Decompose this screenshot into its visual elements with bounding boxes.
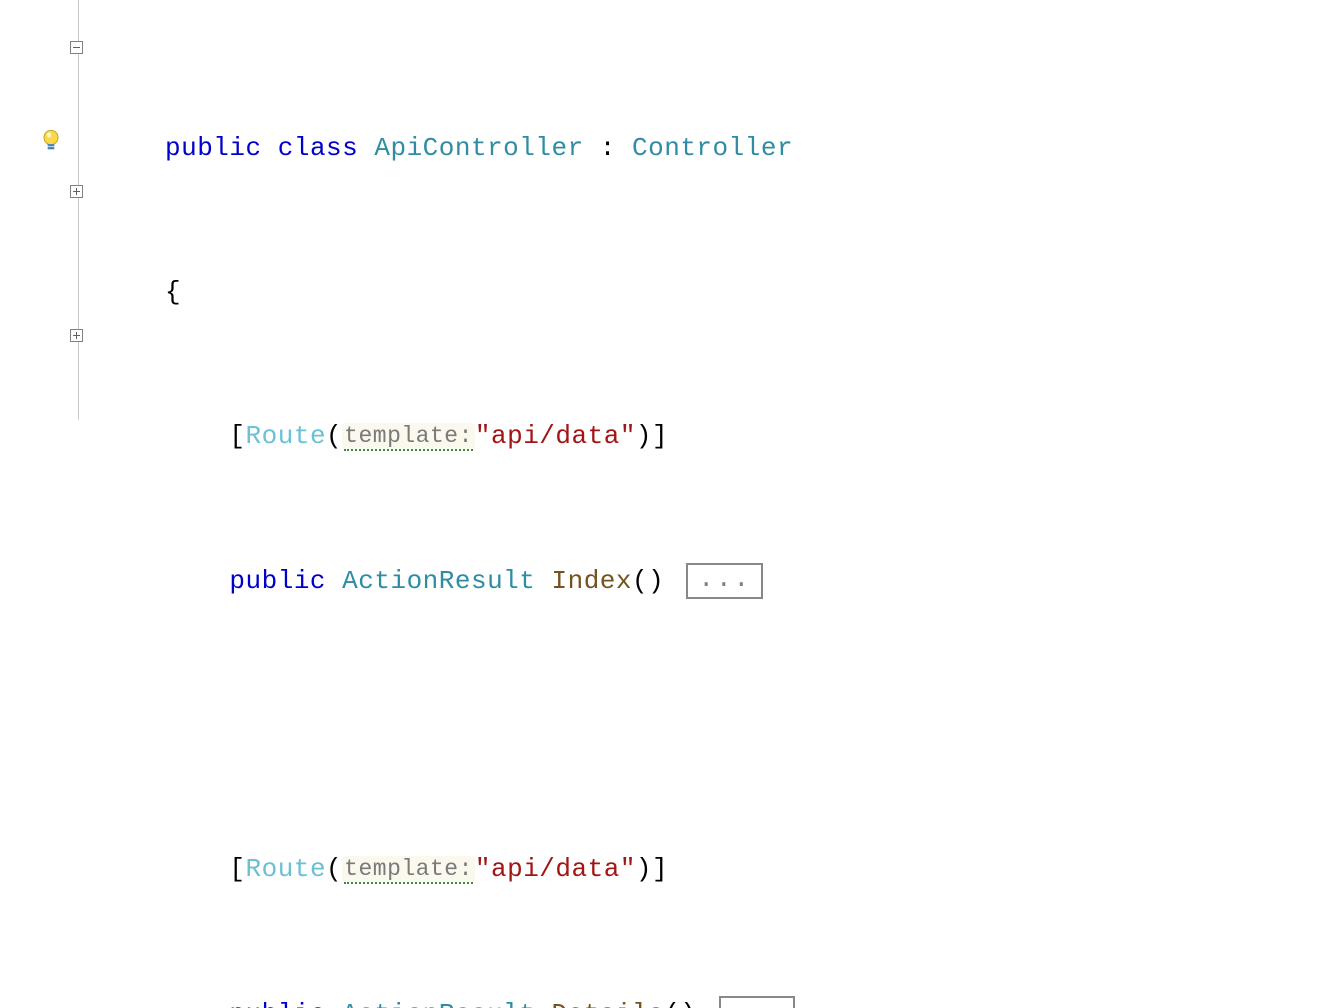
fold-toggle-method2[interactable] <box>70 329 83 342</box>
collapsed-body2[interactable]: ... <box>719 996 796 1008</box>
keyword-public3: public <box>229 999 326 1008</box>
collapsed-body1[interactable]: ... <box>686 563 763 599</box>
attr2-bracket-close: ] <box>652 854 668 884</box>
lightbulb-icon[interactable] <box>42 130 60 152</box>
colon: : <box>584 133 632 163</box>
method1-parens: () <box>632 566 664 596</box>
return-type2: ActionResult <box>342 999 535 1008</box>
attr2-bracket-open: [ <box>229 854 245 884</box>
code-editor[interactable]: public class ApiController : Controller … <box>0 0 1328 504</box>
fold-toggle-class[interactable] <box>70 41 83 54</box>
route1-string: "api/data" <box>475 421 636 451</box>
method2-parens: () <box>664 999 696 1008</box>
keyword-public2: public <box>229 566 326 596</box>
route2-string: "api/data" <box>475 854 636 884</box>
fold-toggle-method1[interactable] <box>70 185 83 198</box>
outline-line <box>78 0 79 420</box>
return-type1: ActionResult <box>342 566 535 596</box>
attr1-bracket-open: [ <box>229 421 245 451</box>
method2-name: Details <box>552 999 665 1008</box>
open-brace: { <box>165 277 181 307</box>
attr1-paren-open: ( <box>326 421 342 451</box>
base-class: Controller <box>632 133 793 163</box>
code-area[interactable]: public class ApiController : Controller … <box>95 0 795 504</box>
route-attr2: Route <box>246 854 327 884</box>
class-name: ApiController <box>374 133 583 163</box>
keyword-public: public <box>165 133 262 163</box>
attr1-bracket-close: ] <box>652 421 668 451</box>
keyword-class: class <box>278 133 359 163</box>
attr1-paren-close: ) <box>636 421 652 451</box>
attr2-paren-open: ( <box>326 854 342 884</box>
gutter <box>0 0 95 504</box>
param-hint1: template: <box>344 423 473 451</box>
route-attr1: Route <box>246 421 327 451</box>
class-declaration-line: public class ApiController : Controller <box>165 124 795 172</box>
param-hint2: template: <box>344 856 473 884</box>
method1-name: Index <box>552 566 633 596</box>
attr2-paren-close: ) <box>636 854 652 884</box>
